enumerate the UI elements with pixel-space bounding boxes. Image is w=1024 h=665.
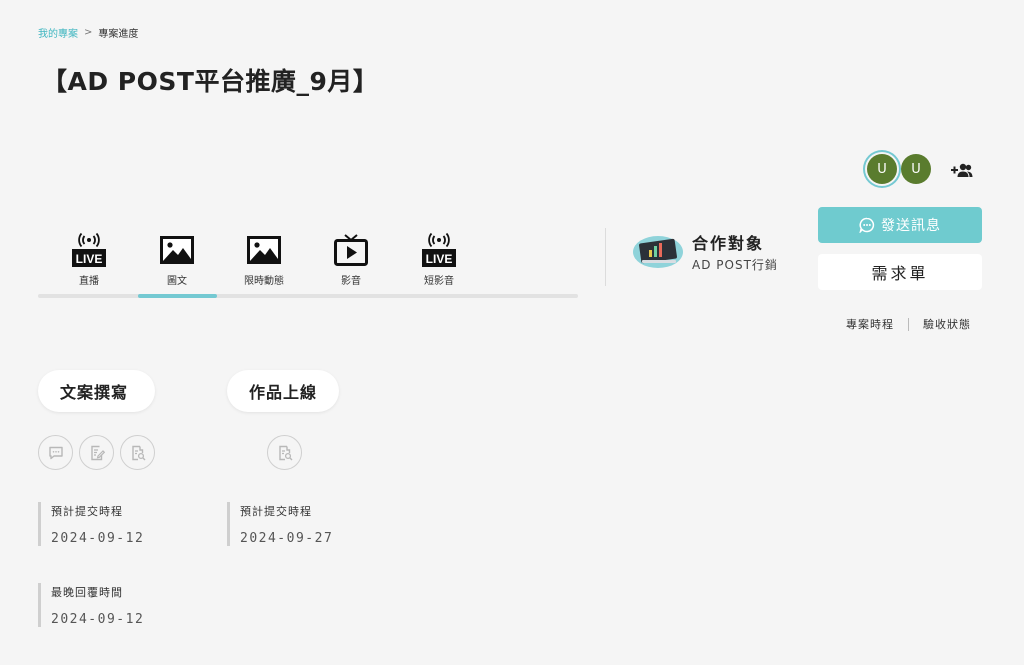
partner-name: AD POST行銷 xyxy=(692,258,778,272)
svg-text:LIVE: LIVE xyxy=(76,252,103,266)
partner-card[interactable]: 合作對象 AD POST行銷 xyxy=(632,230,778,273)
stage-copywriting: 文案撰寫 xyxy=(38,370,155,470)
content-type-tabs: LIVE 直播 圖文 限時動態 影音 LIVE 短影音 xyxy=(38,232,578,298)
partner-logo xyxy=(633,235,683,268)
review-document-button[interactable] xyxy=(267,435,302,470)
tab-label: 短影音 xyxy=(424,276,454,287)
tab-video[interactable]: 影音 xyxy=(312,232,390,287)
search-doc-icon xyxy=(131,445,145,460)
tab-active-indicator xyxy=(138,294,217,298)
expected-submission-info: 預計提交時程 2024-09-27 xyxy=(227,502,333,546)
tv-play-icon xyxy=(334,234,368,266)
info-label: 預計提交時程 xyxy=(51,505,123,518)
edit-doc-icon xyxy=(90,445,105,460)
chat-icon xyxy=(48,446,63,459)
breadcrumb: 我的專案 > 專案進度 xyxy=(38,25,138,40)
image-icon xyxy=(247,236,281,264)
live-icon: LIVE xyxy=(72,232,106,267)
tab-stories[interactable]: 限時動態 xyxy=(225,232,303,287)
breadcrumb-current: 專案進度 xyxy=(98,29,139,40)
tab-track xyxy=(38,294,578,298)
tab-label: 限時動態 xyxy=(244,276,284,287)
partner-title: 合作對象 xyxy=(692,234,765,253)
chat-bubble-icon xyxy=(859,217,875,233)
breadcrumb-separator: > xyxy=(84,27,93,38)
acceptance-status-link[interactable]: 驗收狀態 xyxy=(923,316,971,332)
tab-label: 影音 xyxy=(341,276,361,287)
tab-image-post[interactable]: 圖文 xyxy=(138,232,216,287)
search-doc-icon xyxy=(278,445,292,460)
stage-label[interactable]: 作品上線 xyxy=(227,370,340,412)
info-label: 最晚回覆時間 xyxy=(51,586,123,599)
info-value: 2024-09-12 xyxy=(51,531,145,546)
divider xyxy=(605,228,606,286)
divider xyxy=(908,317,909,331)
info-value: 2024-09-12 xyxy=(51,612,145,627)
tab-short-video[interactable]: LIVE 短影音 xyxy=(400,232,478,287)
avatar[interactable]: U xyxy=(867,154,897,184)
latest-reply-info: 最晚回覆時間 2024-09-12 xyxy=(38,583,144,627)
requirement-form-button[interactable]: 需求單 xyxy=(818,254,982,290)
member-list: U U xyxy=(867,154,931,184)
tab-label: 圖文 xyxy=(167,276,187,287)
side-links: 專案時程 驗收狀態 xyxy=(846,316,971,332)
svg-text:LIVE: LIVE xyxy=(426,252,453,266)
expected-submission-info: 預計提交時程 2024-09-12 xyxy=(38,502,144,546)
send-message-label: 發送訊息 xyxy=(881,218,941,234)
live-icon: LIVE xyxy=(422,232,456,267)
review-document-button[interactable] xyxy=(120,435,155,470)
comment-button[interactable] xyxy=(38,435,73,470)
edit-document-button[interactable] xyxy=(79,435,114,470)
project-timeline-link[interactable]: 專案時程 xyxy=(846,316,894,332)
avatar[interactable]: U xyxy=(901,154,931,184)
breadcrumb-my-projects[interactable]: 我的專案 xyxy=(38,25,78,40)
info-label: 預計提交時程 xyxy=(240,505,312,518)
stage-label[interactable]: 文案撰寫 xyxy=(38,370,155,412)
stage-publish: 作品上線 xyxy=(227,370,340,470)
tab-label: 直播 xyxy=(79,276,99,287)
send-message-button[interactable]: 發送訊息 xyxy=(818,207,982,243)
add-user-icon xyxy=(951,163,973,177)
page-title: 【AD POST平台推廣_9月】 xyxy=(42,67,379,96)
image-icon xyxy=(160,236,194,264)
add-member-button[interactable] xyxy=(948,158,976,182)
info-value: 2024-09-27 xyxy=(240,531,334,546)
tab-live[interactable]: LIVE 直播 xyxy=(50,232,128,287)
